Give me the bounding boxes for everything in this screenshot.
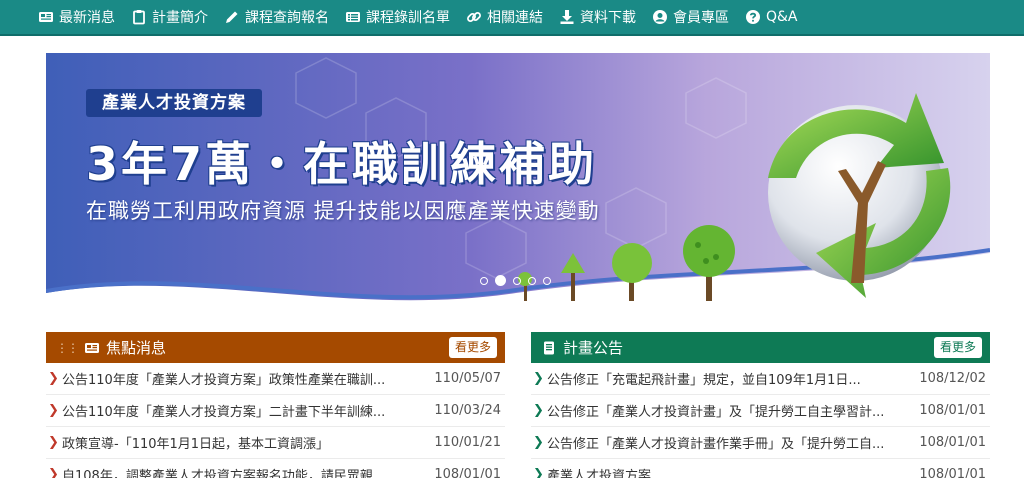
chevron-right-icon: ❯: [48, 403, 59, 418]
chevron-right-icon: ❯: [533, 435, 544, 450]
nav-item-label: Q&A: [766, 9, 798, 25]
chevron-right-icon: ❯: [48, 371, 59, 386]
pencil-icon: [226, 11, 238, 23]
focus-news-list: ❯ 公告110年度「產業人才投資方案」政策性產業在職訓... 110/05/07…: [46, 363, 505, 478]
chevron-right-icon: ❯: [533, 371, 544, 386]
chevron-right-icon: ❯: [533, 403, 544, 418]
carousel-dot[interactable]: [513, 276, 521, 285]
plan-notices-list: ❯ 公告修正「充電起飛計畫」規定，並自109年1月1日... 108/12/02…: [531, 363, 990, 478]
item-title: 公告110年度「產業人才投資方案」政策性產業在職訓...: [62, 373, 386, 388]
item-title: 公告修正「產業人才投資計畫作業手冊」及「提升勞工自...: [547, 437, 885, 452]
list-item[interactable]: ❯ 公告修正「產業人才投資計畫作業手冊」及「提升勞工自... 108/01/01: [531, 427, 990, 459]
link-icon: [467, 12, 481, 22]
nav-item-label: 資料下載: [580, 10, 636, 26]
nav-item-plan-intro[interactable]: 計畫簡介: [131, 7, 208, 27]
nav-item-label: 最新消息: [59, 10, 115, 26]
question-icon: [746, 10, 760, 24]
hero-banner[interactable]: 產業人才投資方案 3年7萬・在職訓練補助 在職勞工利用政府資源 提升技能以因應產…: [46, 53, 990, 315]
list-item[interactable]: ❯ 政策宣導-「110年1月1日起，基本工資調漲」 110/01/21: [46, 427, 505, 459]
clipboard-icon: [133, 10, 145, 25]
carousel-dots: [480, 275, 558, 286]
nav-item-related-links[interactable]: 相關連結: [466, 7, 543, 27]
carousel-dot-active[interactable]: [495, 275, 506, 286]
list-item[interactable]: ❯ 公告110年度「產業人才投資方案」政策性產業在職訓... 110/05/07: [46, 363, 505, 395]
item-title: 公告修正「產業人才投資計畫」及「提升勞工自主學習計...: [547, 405, 885, 420]
see-more-button[interactable]: 看更多: [933, 337, 982, 358]
panel-title: 計畫公告: [563, 339, 624, 357]
plan-notices-panel: 計畫公告 看更多 ❯ 公告修正「充電起飛計畫」規定，並自109年1月1日... …: [531, 332, 990, 478]
focus-news-panel: ⋮⋮ 焦點消息 看更多 ❯ 公告110年度「產業人才投資方案」政策性產業在職訓.…: [46, 332, 505, 478]
nav-item-label: 課程錄訓名單: [366, 10, 450, 26]
top-navigation: 最新消息 計畫簡介 課程查詢報名 課程錄訓名單 相關連結 資料下載 會員專區 Q…: [0, 0, 1024, 36]
item-date: 110/05/07: [434, 371, 501, 386]
item-date: 108/01/01: [919, 403, 986, 418]
item-title: 政策宣導-「110年1月1日起，基本工資調漲」: [62, 437, 330, 452]
item-title: 產業人才投資方案: [547, 469, 652, 478]
list-item[interactable]: ❯ 公告110年度「產業人才投資方案」二計畫下半年訓練... 110/03/24: [46, 395, 505, 427]
nav-item-label: 計畫簡介: [152, 10, 208, 26]
item-title: 公告110年度「產業人才投資方案」二計畫下半年訓練...: [62, 405, 386, 420]
list-item[interactable]: ❯ 公告修正「充電起飛計畫」規定，並自109年1月1日... 108/12/02: [531, 363, 990, 395]
nav-item-label: 課程查詢報名: [245, 10, 329, 26]
nav-item-latest-news[interactable]: 最新消息: [38, 7, 115, 27]
item-title: 公告修正「充電起飛計畫」規定，並自109年1月1日...: [547, 373, 861, 388]
newspaper-icon: [39, 12, 53, 22]
item-date: 108/01/01: [919, 467, 986, 478]
plan-notices-header: 計畫公告 看更多: [531, 332, 990, 363]
chevron-right-icon: ❯: [48, 467, 59, 478]
focus-news-header: ⋮⋮ 焦點消息 看更多: [46, 332, 505, 363]
nav-item-qa[interactable]: Q&A: [745, 9, 798, 25]
see-more-button[interactable]: 看更多: [448, 337, 497, 358]
carousel-dot[interactable]: [528, 276, 536, 285]
user-icon: [653, 10, 667, 24]
item-date: 108/12/02: [919, 371, 986, 386]
list-item[interactable]: ❯ 自108年，調整產業人才投資方案報名功能，請民眾親... 108/01/01: [46, 459, 505, 478]
drag-grip-icon: ⋮⋮: [56, 340, 79, 355]
chevron-right-icon: ❯: [533, 467, 544, 478]
banner-tagline: 產業人才投資方案: [86, 89, 262, 117]
panel-title: 焦點消息: [106, 339, 167, 357]
download-icon: [560, 10, 574, 24]
item-title: 自108年，調整產業人才投資方案報名功能，請民眾親...: [62, 469, 386, 478]
nav-item-label: 會員專區: [673, 10, 729, 26]
carousel-dot[interactable]: [480, 276, 488, 285]
list-item[interactable]: ❯ 產業人才投資方案 108/01/01: [531, 459, 990, 478]
item-date: 108/01/01: [919, 435, 986, 450]
carousel-dot[interactable]: [543, 276, 551, 285]
nav-item-label: 相關連結: [487, 10, 543, 26]
newspaper-icon: [85, 342, 99, 353]
nav-item-course-search[interactable]: 課程查詢報名: [224, 7, 329, 27]
item-date: 110/03/24: [434, 403, 501, 418]
nav-item-course-roster[interactable]: 課程錄訓名單: [345, 7, 450, 27]
banner-headline: 3年7萬・在職訓練補助: [86, 137, 598, 191]
nav-item-members[interactable]: 會員專區: [652, 7, 729, 27]
list-item[interactable]: ❯ 公告修正「產業人才投資計畫」及「提升勞工自主學習計... 108/01/01: [531, 395, 990, 427]
banner-subline: 在職勞工利用政府資源 提升技能以因應產業快速變動: [86, 199, 600, 223]
item-date: 110/01/21: [434, 435, 501, 450]
list-icon: [346, 12, 360, 22]
chevron-right-icon: ❯: [48, 435, 59, 450]
item-date: 108/01/01: [434, 467, 501, 478]
document-icon: [544, 341, 554, 354]
nav-item-downloads[interactable]: 資料下載: [559, 7, 636, 27]
